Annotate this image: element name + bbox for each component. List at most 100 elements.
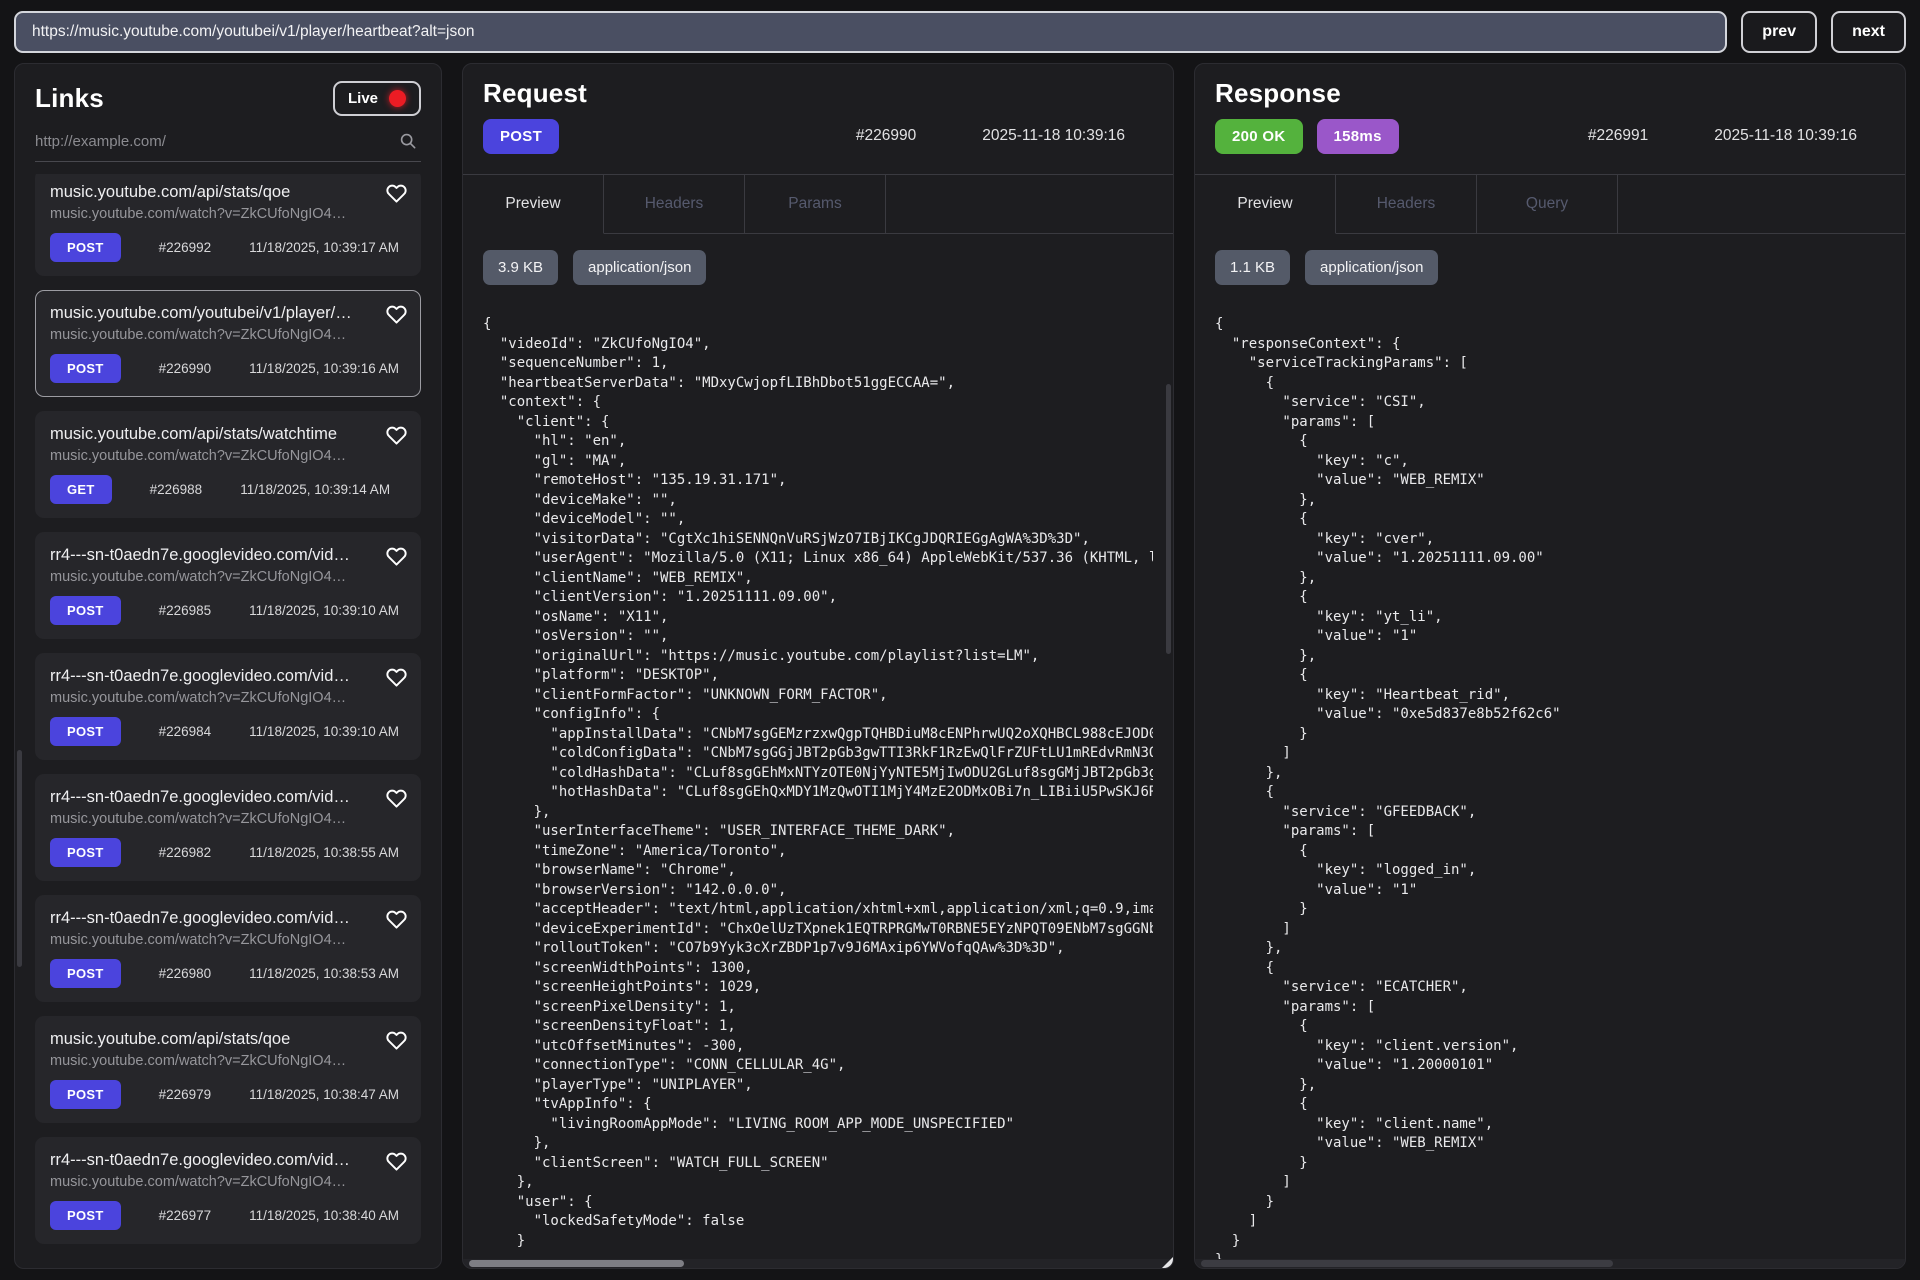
link-item-title: rr4---sn-t0aedn7e.googlevideo.com/vid… xyxy=(50,788,406,807)
tab-headers[interactable]: Headers xyxy=(1336,175,1477,234)
response-size-chip: 1.1 KB xyxy=(1215,250,1290,285)
tab-headers[interactable]: Headers xyxy=(604,175,745,234)
favorite-heart-icon[interactable] xyxy=(386,183,407,209)
method-badge: GET xyxy=(50,475,112,504)
link-list-item[interactable]: music.youtube.com/youtubei/v1/player/… m… xyxy=(35,290,421,397)
link-item-id: #226992 xyxy=(159,240,212,255)
method-badge: POST xyxy=(50,959,121,988)
resize-grip-icon[interactable] xyxy=(1162,1257,1173,1268)
search-icon xyxy=(399,132,417,150)
link-item-timestamp: 11/18/2025, 10:39:10 AM xyxy=(249,603,399,618)
favorite-heart-icon[interactable] xyxy=(386,667,407,693)
link-list-item[interactable]: rr4---sn-t0aedn7e.googlevideo.com/vid… m… xyxy=(35,653,421,760)
request-timestamp: 2025-11-18 10:39:16 xyxy=(982,127,1125,145)
url-input[interactable] xyxy=(14,11,1727,53)
method-badge: POST xyxy=(50,717,121,746)
favorite-heart-icon[interactable] xyxy=(386,1151,407,1177)
links-scrollbar-thumb[interactable] xyxy=(17,750,22,967)
favorite-heart-icon[interactable] xyxy=(386,304,407,330)
live-label: Live xyxy=(348,90,378,107)
link-item-subtitle: music.youtube.com/watch?v=ZkCUfoNgIO4… xyxy=(50,690,406,706)
tabbar-filler xyxy=(1618,175,1905,234)
request-size-chip: 3.9 KB xyxy=(483,250,558,285)
link-item-timestamp: 11/18/2025, 10:39:10 AM xyxy=(249,724,399,739)
link-item-timestamp: 11/18/2025, 10:38:53 AM xyxy=(249,966,399,981)
next-button[interactable]: next xyxy=(1831,11,1906,53)
link-item-title: music.youtube.com/api/stats/qoe xyxy=(50,183,406,202)
link-item-title: music.youtube.com/youtubei/v1/player/… xyxy=(50,304,406,323)
link-list-item[interactable]: rr4---sn-t0aedn7e.googlevideo.com/vid… m… xyxy=(35,895,421,1002)
method-badge: POST xyxy=(50,233,121,262)
link-item-title: rr4---sn-t0aedn7e.googlevideo.com/vid… xyxy=(50,1151,406,1170)
request-horizontal-scrollbar-thumb[interactable] xyxy=(469,1260,684,1267)
link-item-title: music.youtube.com/api/stats/qoe xyxy=(50,1030,406,1049)
link-item-title: rr4---sn-t0aedn7e.googlevideo.com/vid… xyxy=(50,667,406,686)
link-item-id: #226984 xyxy=(159,724,212,739)
method-badge: POST xyxy=(50,354,121,383)
tab-params[interactable]: Params xyxy=(745,175,886,234)
response-body-json[interactable]: { "responseContext": { "serviceTrackingP… xyxy=(1215,315,1885,1268)
link-item-id: #226982 xyxy=(159,845,212,860)
links-panel: Links Live music.youtube.com/api/stats/q… xyxy=(14,63,442,1269)
favorite-heart-icon[interactable] xyxy=(386,909,407,935)
favorite-heart-icon[interactable] xyxy=(386,788,407,814)
response-title: Response xyxy=(1215,78,1885,109)
tabbar-filler xyxy=(886,175,1173,234)
response-id: #226991 xyxy=(1588,127,1648,145)
request-content-type-chip: application/json xyxy=(573,250,706,285)
links-title: Links xyxy=(35,83,104,114)
link-item-timestamp: 11/18/2025, 10:38:55 AM xyxy=(249,845,399,860)
live-indicator-icon xyxy=(389,90,406,107)
main-layout: Links Live music.youtube.com/api/stats/q… xyxy=(0,63,1920,1269)
link-item-subtitle: music.youtube.com/watch?v=ZkCUfoNgIO4… xyxy=(50,327,406,343)
live-toggle-button[interactable]: Live xyxy=(333,81,421,116)
favorite-heart-icon[interactable] xyxy=(386,1030,407,1056)
link-item-title: rr4---sn-t0aedn7e.googlevideo.com/vid… xyxy=(50,546,406,565)
link-item-id: #226977 xyxy=(159,1208,212,1223)
tab-query[interactable]: Query xyxy=(1477,175,1618,234)
response-content-type-chip: application/json xyxy=(1305,250,1438,285)
request-horizontal-scrollbar[interactable] xyxy=(463,1259,1173,1268)
response-duration-badge: 158ms xyxy=(1317,119,1399,154)
response-horizontal-scrollbar[interactable] xyxy=(1195,1259,1905,1268)
request-body-json[interactable]: { "videoId": "ZkCUfoNgIO4", "sequenceNum… xyxy=(483,315,1153,1268)
response-horizontal-scrollbar-thumb[interactable] xyxy=(1201,1260,1613,1267)
link-item-id: #226985 xyxy=(159,603,212,618)
link-item-subtitle: music.youtube.com/watch?v=ZkCUfoNgIO4… xyxy=(50,1174,406,1190)
links-search-row xyxy=(35,132,421,162)
method-badge: POST xyxy=(50,1080,121,1109)
link-item-subtitle: music.youtube.com/watch?v=ZkCUfoNgIO4… xyxy=(50,206,406,222)
link-item-subtitle: music.youtube.com/watch?v=ZkCUfoNgIO4… xyxy=(50,569,406,585)
link-list-item[interactable]: rr4---sn-t0aedn7e.googlevideo.com/vid… m… xyxy=(35,774,421,881)
method-badge: POST xyxy=(50,596,121,625)
link-item-timestamp: 11/18/2025, 10:39:14 AM xyxy=(240,482,390,497)
prev-button[interactable]: prev xyxy=(1741,11,1817,53)
link-item-subtitle: music.youtube.com/watch?v=ZkCUfoNgIO4… xyxy=(50,932,406,948)
link-item-id: #226980 xyxy=(159,966,212,981)
request-vertical-scrollbar-thumb[interactable] xyxy=(1166,384,1171,654)
tab-preview[interactable]: Preview xyxy=(463,175,604,234)
response-timestamp: 2025-11-18 10:39:16 xyxy=(1714,127,1857,145)
link-list-item[interactable]: music.youtube.com/api/stats/qoe music.yo… xyxy=(35,174,421,276)
link-item-timestamp: 11/18/2025, 10:39:17 AM xyxy=(249,240,399,255)
top-bar: prev next xyxy=(0,0,1920,63)
link-item-id: #226979 xyxy=(159,1087,212,1102)
response-tabbar: PreviewHeadersQuery xyxy=(1195,174,1905,234)
tab-preview[interactable]: Preview xyxy=(1195,175,1336,234)
links-search-input[interactable] xyxy=(35,133,399,150)
link-list-item[interactable]: rr4---sn-t0aedn7e.googlevideo.com/vid… m… xyxy=(35,1137,421,1244)
link-list-item[interactable]: music.youtube.com/api/stats/qoe music.yo… xyxy=(35,1016,421,1123)
link-list-item[interactable]: music.youtube.com/api/stats/watchtime mu… xyxy=(35,411,421,518)
link-list-item[interactable]: rr4---sn-t0aedn7e.googlevideo.com/vid… m… xyxy=(35,532,421,639)
favorite-heart-icon[interactable] xyxy=(386,425,407,451)
request-title: Request xyxy=(483,78,1153,109)
request-tabbar: PreviewHeadersParams xyxy=(463,174,1173,234)
link-item-title: music.youtube.com/api/stats/watchtime xyxy=(50,425,406,444)
link-item-timestamp: 11/18/2025, 10:38:47 AM xyxy=(249,1087,399,1102)
link-item-timestamp: 11/18/2025, 10:39:16 AM xyxy=(249,361,399,376)
link-item-id: #226988 xyxy=(150,482,203,497)
response-status-badge: 200 OK xyxy=(1215,119,1303,154)
favorite-heart-icon[interactable] xyxy=(386,546,407,572)
link-item-id: #226990 xyxy=(159,361,212,376)
link-item-subtitle: music.youtube.com/watch?v=ZkCUfoNgIO4… xyxy=(50,1053,406,1069)
